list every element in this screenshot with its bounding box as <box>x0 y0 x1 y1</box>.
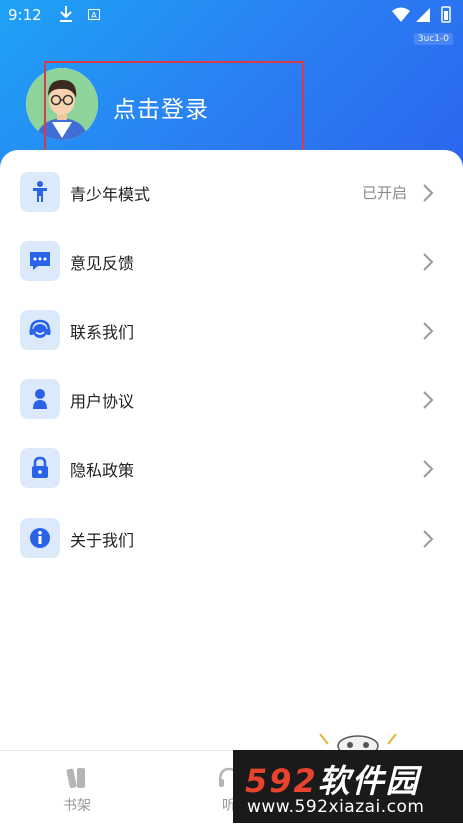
a-badge-icon: A <box>88 9 100 20</box>
wifi-icon <box>392 7 410 22</box>
watermark-number: 592 <box>245 762 318 800</box>
user-icon <box>20 379 60 419</box>
info-icon <box>20 518 60 558</box>
headset-icon <box>20 310 60 350</box>
chat-bubble-icon <box>20 241 60 281</box>
chevron-right-icon <box>423 391 434 409</box>
menu-item-label: 关于我们 <box>70 531 135 550</box>
menu-item-label: 联系我们 <box>70 323 135 342</box>
chevron-right-icon <box>423 184 434 202</box>
status-time: 9:12 <box>8 6 42 24</box>
status-bar: 9:12 A <box>0 0 463 30</box>
menu-item-label: 隐私政策 <box>70 461 135 480</box>
signal-icon <box>416 8 430 22</box>
menu-item-privacy-policy[interactable]: 隐私政策 <box>0 440 463 500</box>
person-icon <box>20 172 60 212</box>
menu-item-label: 用户协议 <box>70 392 135 411</box>
menu-card: 青少年模式 已开启 意见反馈 联系我们 用户协议 隐私政策 关于我们 <box>0 150 463 823</box>
watermark-text: 软件园 <box>317 762 420 800</box>
build-code-badge: 3uc1-0 <box>413 33 453 45</box>
menu-item-teen-mode[interactable]: 青少年模式 已开启 <box>0 164 463 224</box>
chevron-right-icon <box>423 322 434 340</box>
nav-tab-bookshelf[interactable]: 书架 <box>37 751 117 824</box>
site-watermark: 592软件园 www.592xiazai.com <box>233 750 463 823</box>
chevron-right-icon <box>423 253 434 271</box>
lock-icon <box>20 448 60 488</box>
chevron-right-icon <box>423 530 434 548</box>
watermark-url: www.592xiazai.com <box>247 797 425 817</box>
watermark-title: 592软件园 <box>245 756 420 802</box>
menu-item-label: 意见反馈 <box>70 254 135 273</box>
system-status-icons <box>392 6 451 23</box>
menu-item-contact-us[interactable]: 联系我们 <box>0 302 463 362</box>
menu-item-label: 青少年模式 <box>70 185 151 204</box>
menu-item-about-us[interactable]: 关于我们 <box>0 510 463 570</box>
login-highlight-box <box>44 61 304 154</box>
menu-item-user-agreement[interactable]: 用户协议 <box>0 371 463 431</box>
menu-item-feedback[interactable]: 意见反馈 <box>0 233 463 293</box>
teen-mode-status: 已开启 <box>361 184 407 202</box>
chevron-right-icon <box>423 460 434 478</box>
download-icon <box>60 6 72 22</box>
bookshelf-icon <box>66 768 85 789</box>
nav-label: 书架 <box>63 798 91 814</box>
